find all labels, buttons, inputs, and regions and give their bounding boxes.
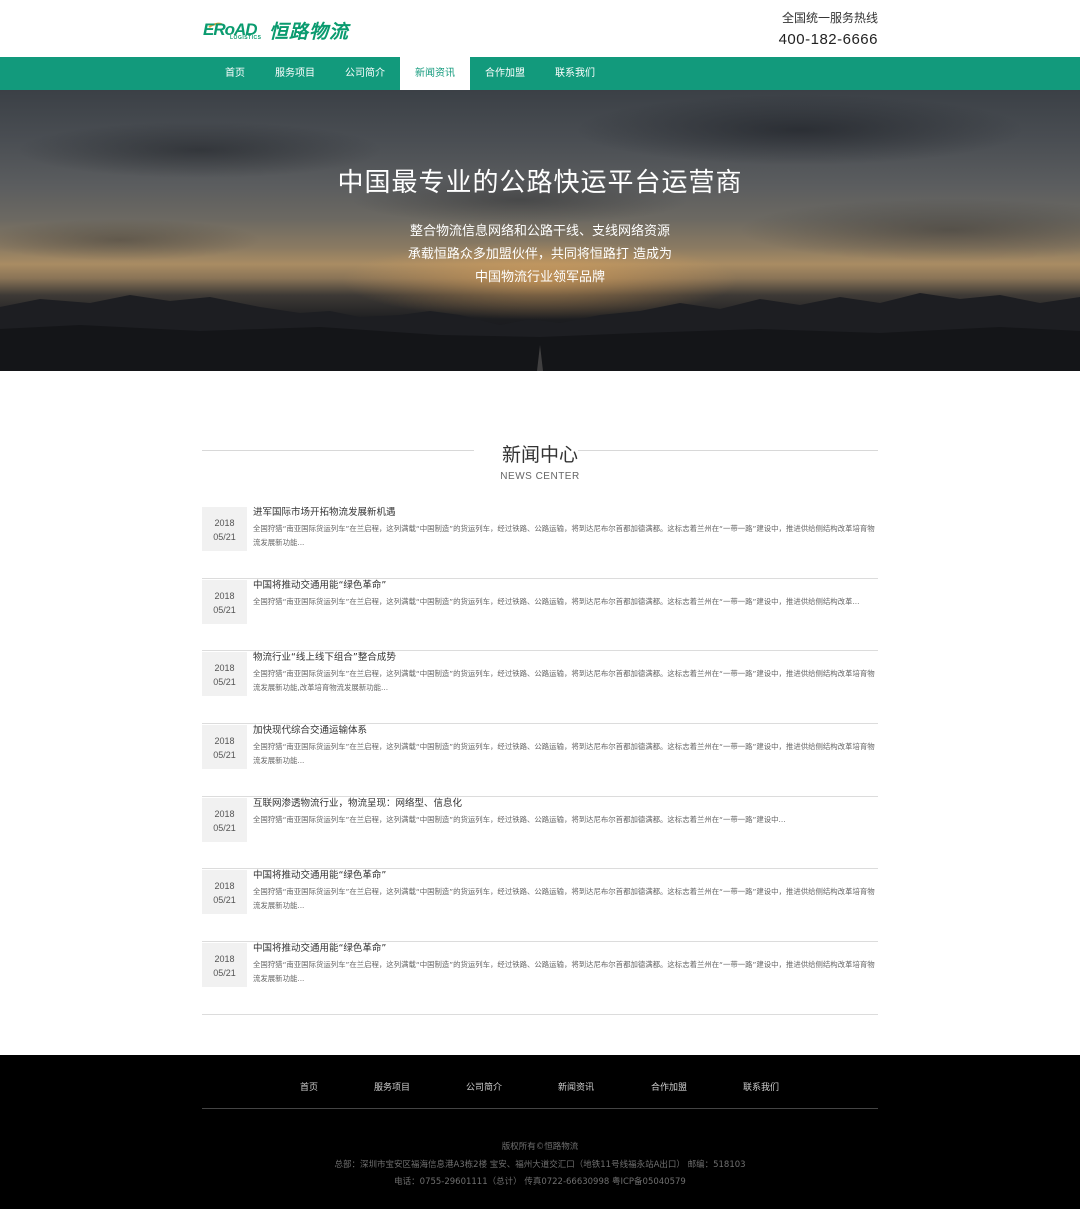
nav-item[interactable]: 公司简介	[330, 57, 400, 90]
news-date-badge: 2018 05/21	[202, 579, 247, 624]
news-title[interactable]: 中国将推动交通用能“绿色革命”	[253, 869, 878, 883]
hotline: 全国统一服务热线 400-182-6666	[779, 11, 878, 48]
section-title: 新闻中心	[501, 444, 578, 466]
news-body: 中国将推动交通用能“绿色革命” 全国狩猎“南亚国际货运列车”在兰启程，这列满载“中…	[253, 942, 878, 986]
news-body: 中国将推动交通用能“绿色革命” 全国狩猎“南亚国际货运列车”在兰启程，这列满载“中…	[253, 579, 878, 609]
news-year: 2018	[214, 663, 235, 674]
site-footer: 首页 服务项目 公司简介 新闻资讯 合作加盟 联系我们 版权所有©恒路物流 总部：深圳市宝…	[0, 1055, 1080, 1209]
news-date-badge: 2018 05/21	[202, 943, 247, 988]
news-date-badge: 2018 05/21	[202, 797, 247, 842]
news-title[interactable]: 互联网渗透物流行业，物流呈现：网络型、信息化	[253, 797, 878, 811]
nav-item[interactable]: 首页	[210, 57, 260, 90]
banner-line: 中国物流行业领军品牌	[474, 270, 605, 285]
footer-link[interactable]: 合作加盟	[651, 1080, 687, 1093]
footer-info: 版权所有©恒路物流 总部：深圳市宝安区福海信息港A3栋2楼 宝安、福州大道交汇口…	[0, 1139, 1080, 1192]
news-item[interactable]: 2018 05/21 进军国际市场开拓物流发展新机遇全国狩猎“南亚国际货运列车”在兰…	[202, 506, 878, 579]
footer-divider	[202, 1108, 878, 1109]
news-body: 中国将推动交通用能“绿色革命” 全国狩猎“南亚国际货运列车”在兰启程，这列满载“中…	[253, 869, 878, 913]
logo-cn-text: 恒路物流	[269, 20, 350, 43]
news-summary: 全国狩猎“南亚国际货运列车”在兰启程，这列满载“中国制造”的货运列车，经过铁路、…	[253, 814, 786, 824]
news-month-day: 05/21	[213, 677, 236, 688]
news-body: 进军国际市场开拓物流发展新机遇全国狩猎“南亚国际货运列车”在兰启程，这列满载“中…	[253, 506, 878, 550]
news-title[interactable]: 中国将推动交通用能“绿色革命”	[253, 942, 878, 956]
footer-address: 总部：深圳市宝安区福海信息港A3栋2楼 宝安、福州大道交汇口（地铁11号线福永站…	[334, 1159, 746, 1170]
news-list: 2018 05/21 进军国际市场开拓物流发展新机遇全国狩猎“南亚国际货运列车”在兰…	[202, 506, 878, 1015]
footer-link[interactable]: 联系我们	[743, 1080, 779, 1093]
news-year: 2018	[214, 808, 235, 819]
news-body: 互联网渗透物流行业，物流呈现：网络型、信息化全国狩猎“南亚国际货运列车”在兰启程…	[253, 797, 878, 827]
news-month-day: 05/21	[213, 604, 236, 615]
banner-title: 中国最专业的公路快运平台运营商	[337, 168, 743, 198]
logo-sub-text: LOGISTICS	[230, 35, 262, 41]
logo-mark: ERoAD LOGISTICS	[203, 18, 265, 42]
nav-item[interactable]: 新闻资讯	[400, 57, 470, 90]
news-month-day: 05/21	[213, 750, 236, 761]
news-summary: 全国狩猎“南亚国际货运列车”在兰启程，这列满载“中国制造”的货运列车，经过铁路、…	[253, 596, 860, 606]
footer-link[interactable]: 新闻资讯	[558, 1080, 594, 1093]
banner-lines: 整合物流信息网络和公路干线、支线网络资源 承载恒路众多加盟伙伴，共同将恒路打 造…	[0, 220, 1080, 289]
nav-item[interactable]: 服务项目	[260, 57, 330, 90]
news-date-badge: 2018 05/21	[202, 870, 247, 915]
hero-banner: 中国最专业的公路快运平台运营商 整合物流信息网络和公路干线、支线网络资源 承载恒…	[0, 90, 1080, 371]
banner-line: 整合物流信息网络和公路干线、支线网络资源	[409, 224, 670, 239]
news-item[interactable]: 2018 05/21 加快现代综合交通运输体系全国狩猎“南亚国际货运列车”在兰启程，…	[202, 724, 878, 797]
news-title[interactable]: 中国将推动交通用能“绿色革命”	[253, 579, 878, 593]
footer-link[interactable]: 首页	[300, 1080, 318, 1093]
news-month-day: 05/21	[213, 532, 236, 542]
banner-line: 承载恒路众多加盟伙伴，共同将恒路打 造成为	[407, 247, 673, 262]
news-title[interactable]: 进军国际市场开拓物流发展新机遇	[253, 506, 878, 520]
news-summary: 全国狩猎“南亚国际货运列车”在兰启程，这列满载“中国制造”的货运列车，经过铁路、…	[253, 887, 875, 911]
footer-nav: 首页 服务项目 公司简介 新闻资讯 合作加盟 联系我们	[202, 1080, 878, 1094]
news-month-day: 05/21	[213, 968, 236, 979]
news-summary: 全国狩猎“南亚国际货运列车”在兰启程，这列满载“中国制造”的货运列车，经过铁路、…	[253, 524, 875, 547]
news-date-badge: 2018 05/21	[202, 507, 247, 551]
footer-copyright: 版权所有©恒路物流	[501, 1142, 579, 1152]
nav-item[interactable]: 联系我们	[540, 57, 610, 90]
news-item[interactable]: 2018 05/21 物流行业“线上线下组合”整合成势全国狩猎“南亚国际货运列车”在…	[202, 651, 878, 725]
news-body: 物流行业“线上线下组合”整合成势全国狩猎“南亚国际货运列车”在兰启程，这列满载“…	[253, 651, 878, 695]
news-year: 2018	[214, 590, 235, 601]
footer-link[interactable]: 服务项目	[374, 1080, 410, 1093]
news-summary: 全国狩猎“南亚国际货运列车”在兰启程，这列满载“中国制造”的货运列车，经过铁路、…	[253, 960, 875, 984]
news-item[interactable]: 2018 05/21 中国将推动交通用能“绿色革命” 全国狩猎“南亚国际货运列车”在兰…	[202, 579, 878, 652]
news-item[interactable]: 2018 05/21 互联网渗透物流行业，物流呈现：网络型、信息化全国狩猎“南亚国际…	[202, 797, 878, 870]
site-header: ERoAD LOGISTICS 恒路物流 全国统一服务热线 400-182-66…	[0, 0, 1080, 57]
news-body: 加快现代综合交通运输体系全国狩猎“南亚国际货运列车”在兰启程，这列满载“中国制造…	[253, 724, 878, 768]
news-month-day: 05/21	[213, 822, 236, 833]
news-summary: 全国狩猎“南亚国际货运列车”在兰启程，这列满载“中国制造”的货运列车，经过铁路、…	[253, 742, 875, 766]
site-logo[interactable]: ERoAD LOGISTICS 恒路物流	[203, 18, 350, 43]
news-date-badge: 2018 05/21	[202, 725, 247, 770]
nav-item[interactable]: 合作加盟	[470, 57, 540, 90]
news-title[interactable]: 物流行业“线上线下组合”整合成势	[253, 651, 878, 665]
news-year: 2018	[214, 736, 235, 747]
news-item[interactable]: 2018 05/21 中国将推动交通用能“绿色革命” 全国狩猎“南亚国际货运列车”在兰…	[202, 942, 878, 1015]
footer-link[interactable]: 公司简介	[466, 1080, 502, 1093]
news-year: 2018	[214, 881, 235, 892]
footer-contact: 电话：0755-29601111（总计） 传真0722-66630998 粤IC…	[394, 1177, 686, 1187]
main-nav: 首页 服务项目 公司简介 新闻资讯 合作加盟 联系我们	[0, 57, 1080, 90]
news-year: 2018	[214, 518, 235, 528]
banner-mountains	[0, 293, 1080, 371]
hotline-label: 全国统一服务热线	[781, 11, 878, 25]
news-section-header: 新闻中心 NEWS CENTER	[202, 440, 878, 484]
hotline-number[interactable]: 400-182-6666	[779, 31, 878, 48]
section-subtitle: NEWS CENTER	[500, 471, 580, 482]
news-year: 2018	[214, 954, 235, 965]
news-summary: 全国狩猎“南亚国际货运列车”在兰启程，这列满载“中国制造”的货运列车，经过铁路、…	[253, 669, 875, 693]
news-item[interactable]: 2018 05/21 中国将推动交通用能“绿色革命” 全国狩猎“南亚国际货运列车”在兰…	[202, 869, 878, 943]
news-date-badge: 2018 05/21	[202, 652, 247, 697]
news-title[interactable]: 加快现代综合交通运输体系	[253, 724, 878, 738]
news-month-day: 05/21	[213, 895, 236, 906]
